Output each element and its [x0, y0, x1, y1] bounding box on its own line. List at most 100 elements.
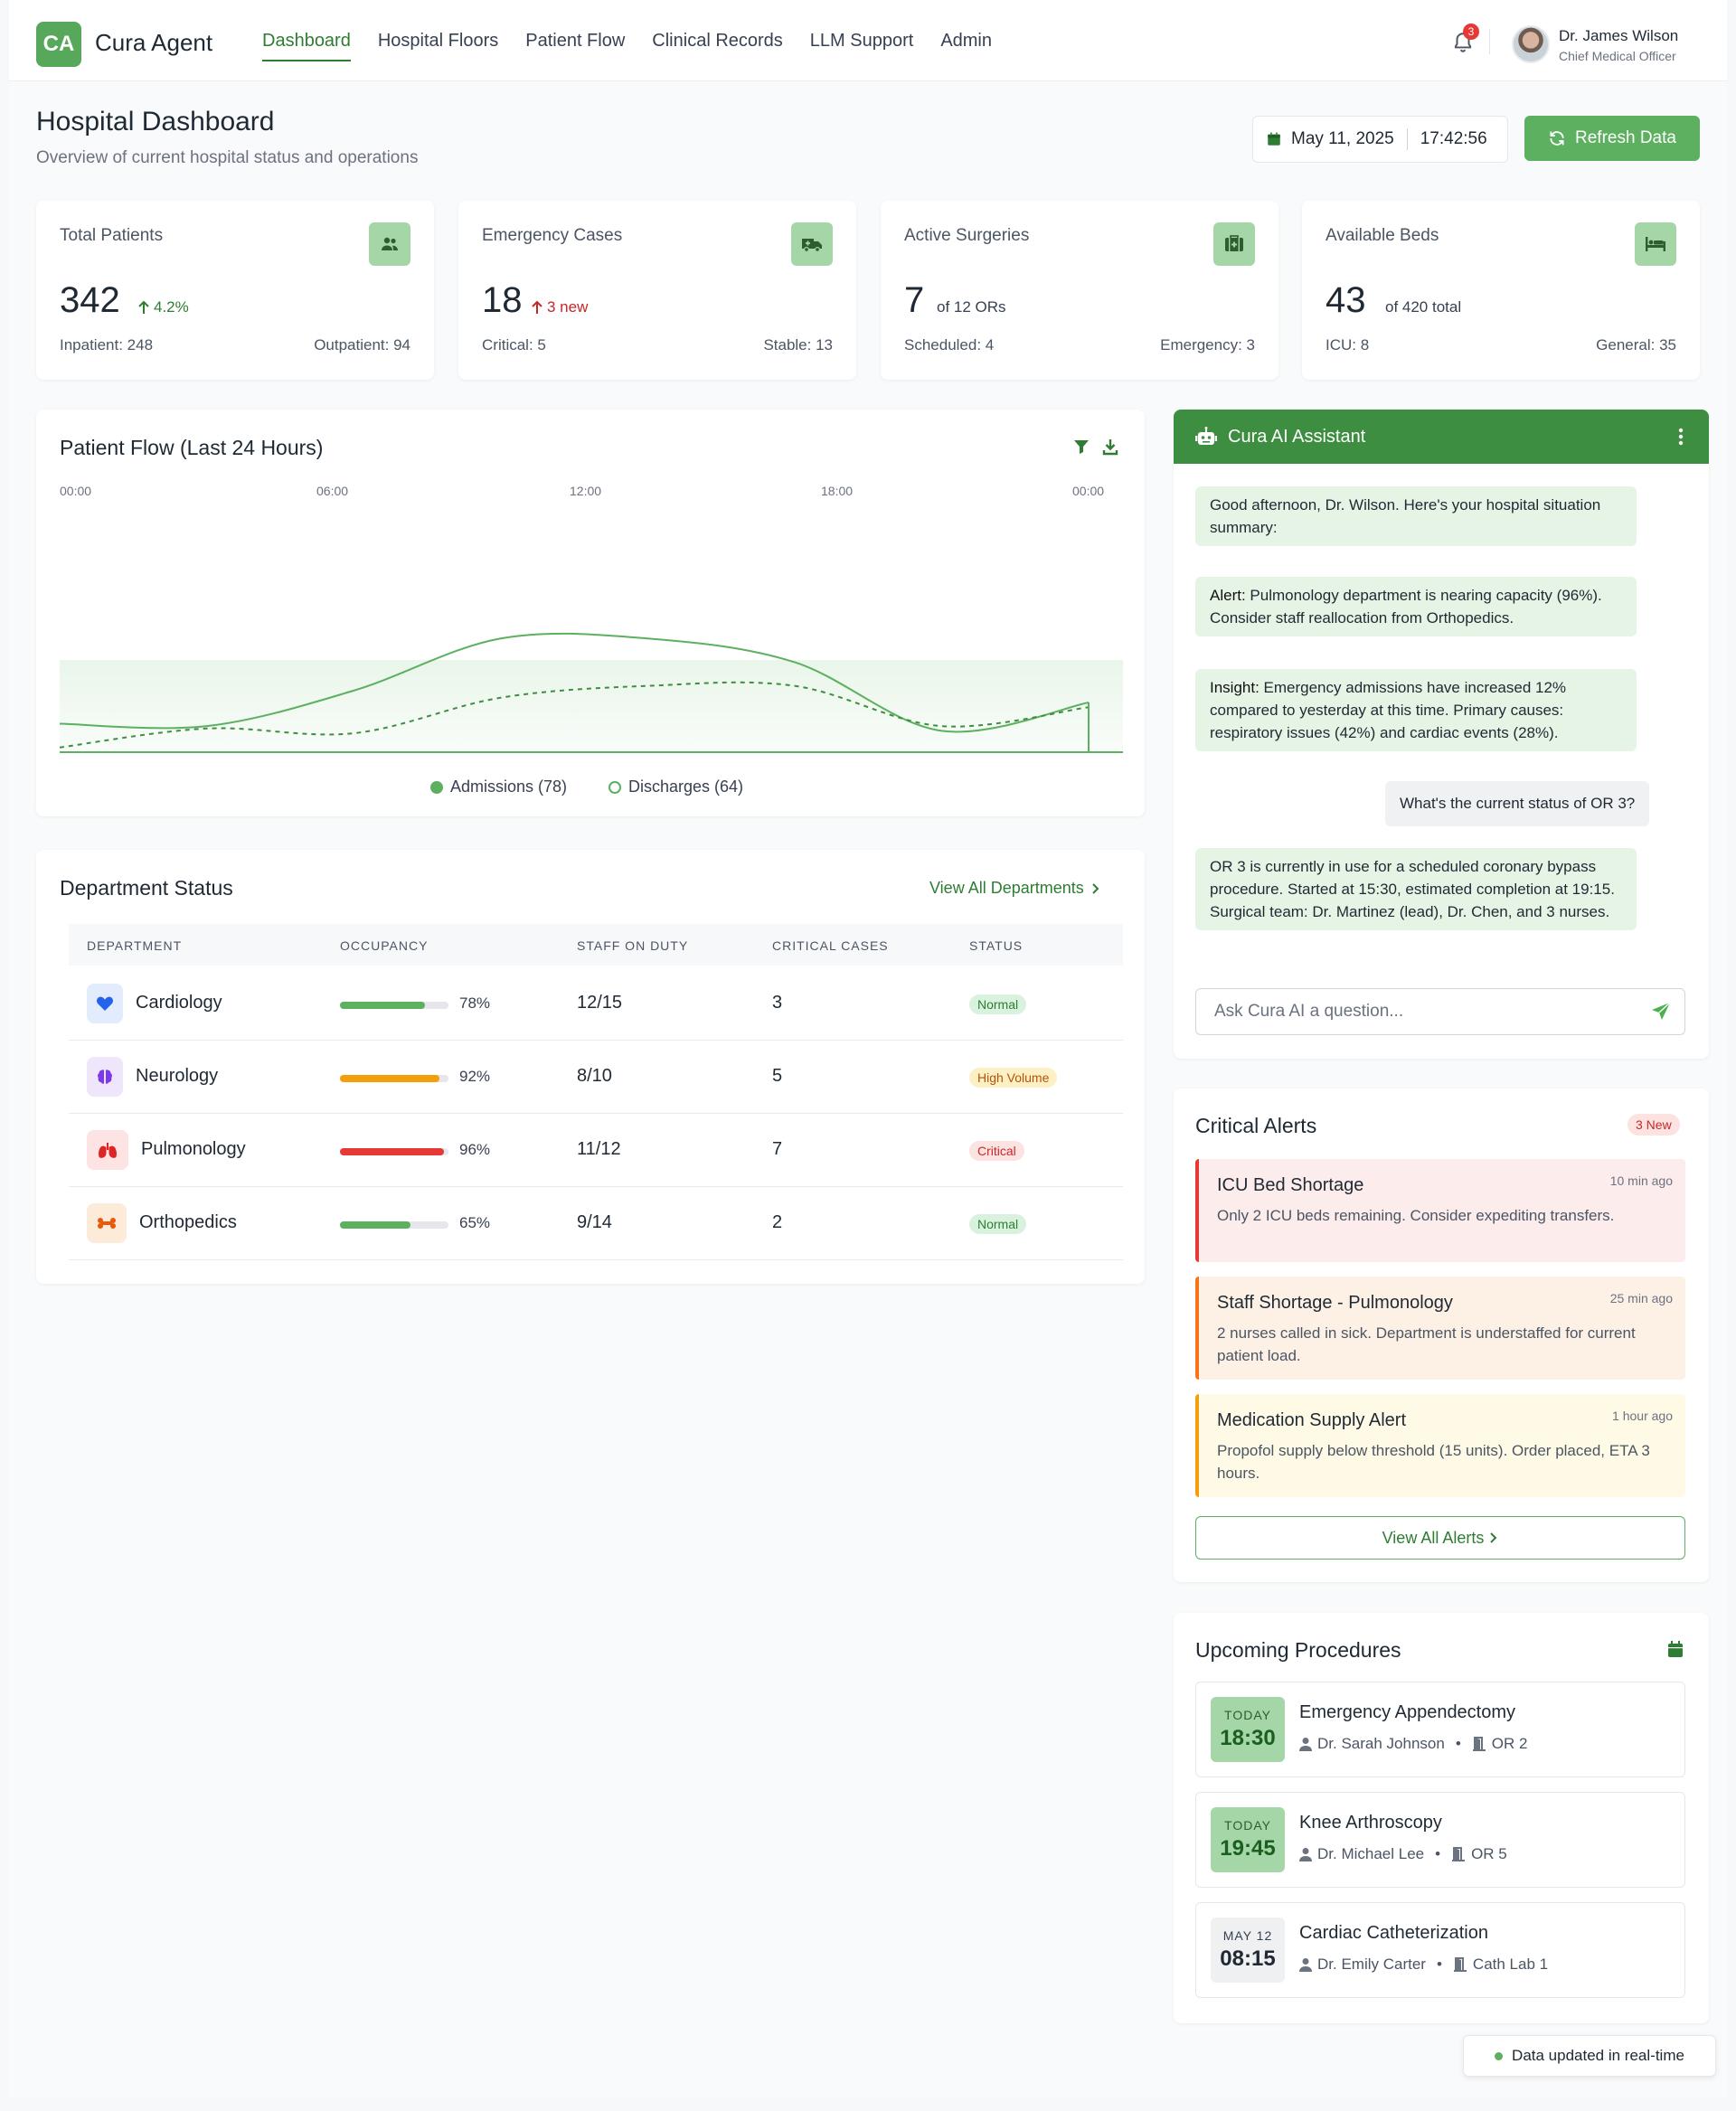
- stat-card-total-patients[interactable]: Total Patients 342 4.2% Inpatient: 248 O…: [36, 201, 434, 380]
- x-tick-label: 12:00: [570, 484, 602, 498]
- legend-discharges[interactable]: Discharges (64): [609, 777, 743, 796]
- stat-card-active-surgeries[interactable]: Active Surgeries 7 of 12 ORs Scheduled: …: [881, 201, 1278, 380]
- status-badge: Normal: [969, 994, 1027, 1014]
- date-time-display: May 11, 2025 17:42:56: [1252, 116, 1508, 163]
- procedure-name: Emergency Appendectomy: [1299, 1702, 1516, 1722]
- arrow-up-icon: [138, 300, 149, 314]
- view-all-departments-link[interactable]: View All Departments: [929, 879, 1100, 898]
- alert-item[interactable]: Medication Supply Alert 1 hour ago Propo…: [1195, 1394, 1685, 1497]
- occupancy-bar: [340, 1221, 448, 1229]
- procedure-day: TODAY: [1224, 1818, 1271, 1833]
- main-nav: Dashboard Hospital Floors Patient Flow C…: [262, 0, 992, 81]
- x-tick-label: 00:00: [1072, 484, 1105, 498]
- critical-cases: 5: [772, 1066, 783, 1086]
- nav-llm-support[interactable]: LLM Support: [810, 0, 914, 81]
- procedure-doctor: Dr. Sarah Johnson: [1317, 1735, 1445, 1752]
- occupancy-bar-fill: [340, 1221, 410, 1229]
- procedure-name: Cardiac Catheterization: [1299, 1923, 1488, 1943]
- critical-alerts-title: Critical Alerts: [1195, 1114, 1317, 1137]
- view-all-departments-label: View All Departments: [929, 879, 1084, 897]
- ai-message: OR 3 is currently in use for a scheduled…: [1195, 848, 1637, 930]
- refresh-icon: [1550, 131, 1564, 146]
- stat-footer-right: Outpatient: 94: [314, 336, 410, 353]
- download-icon[interactable]: [1101, 438, 1119, 456]
- doctor-icon: [1299, 1848, 1312, 1861]
- procedure-item[interactable]: MAY 12 08:15 Cardiac Catheterization Dr.…: [1195, 1902, 1685, 1998]
- nav-hospital-floors[interactable]: Hospital Floors: [378, 0, 498, 81]
- app-logo[interactable]: CA: [36, 22, 81, 67]
- meta-separator: •: [1455, 1735, 1461, 1752]
- nav-patient-flow[interactable]: Patient Flow: [525, 0, 625, 81]
- procedure-room: OR 2: [1491, 1735, 1528, 1752]
- staff-on-duty: 11/12: [577, 1139, 621, 1159]
- user-name: Dr. James Wilson: [1559, 27, 1679, 44]
- alert-item[interactable]: Staff Shortage - Pulmonology 25 min ago …: [1195, 1277, 1685, 1380]
- stat-card-available-beds[interactable]: Available Beds 43 of 420 total ICU: 8 Ge…: [1302, 201, 1700, 380]
- calendar-icon: [1268, 132, 1280, 146]
- procedure-doctor: Dr. Michael Lee: [1317, 1845, 1425, 1862]
- chevron-right-icon: [1092, 882, 1099, 894]
- status-badge: Critical: [969, 1141, 1024, 1161]
- department-name: Neurology: [136, 1066, 219, 1086]
- table-row[interactable]: Orthopedics 65% 9/14 2 Normal: [69, 1187, 1123, 1260]
- legend-discharges-marker: [609, 780, 621, 794]
- stat-change-value: 3 new: [547, 298, 589, 316]
- occupancy-percent: 78%: [459, 994, 491, 1012]
- ask-ai-input[interactable]: Ask Cura AI a question...: [1195, 988, 1685, 1035]
- brain-icon: [87, 1057, 123, 1097]
- procedure-date-badge: MAY 12 08:15: [1211, 1918, 1285, 1983]
- alert-description: Propofol supply below threshold (15 unit…: [1217, 1442, 1650, 1482]
- procedure-meta: Dr. Sarah Johnson • OR 2: [1299, 1735, 1527, 1753]
- procedure-meta: Dr. Michael Lee • OR 5: [1299, 1845, 1507, 1863]
- user-role: Chief Medical Officer: [1559, 49, 1676, 63]
- first-aid-icon: [1213, 222, 1255, 266]
- alert-item[interactable]: ICU Bed Shortage 10 min ago Only 2 ICU b…: [1195, 1159, 1685, 1262]
- more-options-icon[interactable]: [1678, 427, 1684, 447]
- calendar-icon[interactable]: [1667, 1640, 1684, 1658]
- ai-assistant-header: Cura AI Assistant: [1174, 410, 1709, 464]
- page-title: Hospital Dashboard: [36, 107, 275, 137]
- view-all-alerts-button[interactable]: View All Alerts: [1195, 1516, 1685, 1560]
- app-name: Cura Agent: [95, 29, 213, 56]
- table-row[interactable]: Pulmonology 96% 11/12 7 Critical: [69, 1114, 1123, 1187]
- avatar[interactable]: [1512, 25, 1550, 63]
- staff-on-duty: 9/14: [577, 1212, 612, 1232]
- table-row[interactable]: Cardiology 78% 12/15 3 Normal: [69, 967, 1123, 1041]
- procedure-item[interactable]: TODAY 19:45 Knee Arthroscopy Dr. Michael…: [1195, 1792, 1685, 1888]
- realtime-status-badge: Data updated in real-time: [1463, 2035, 1716, 2077]
- user-message: What's the current status of OR 3?: [1385, 781, 1650, 826]
- new-alerts-badge: 3 New: [1628, 1114, 1680, 1136]
- status-badge: Normal: [969, 1214, 1027, 1234]
- alert-time: 1 hour ago: [1612, 1409, 1673, 1423]
- critical-cases: 7: [772, 1139, 783, 1159]
- legend-admissions[interactable]: Admissions (78): [430, 777, 567, 796]
- occupancy-bar-fill: [340, 1075, 440, 1082]
- x-tick-label: 18:00: [821, 484, 854, 498]
- nav-admin[interactable]: Admin: [940, 0, 992, 81]
- refresh-data-button[interactable]: Refresh Data: [1524, 116, 1700, 161]
- nav-dashboard[interactable]: Dashboard: [262, 0, 351, 81]
- ai-message-insight: Insight: Emergency admissions have incre…: [1195, 669, 1637, 751]
- stat-card-emergency-cases[interactable]: Emergency Cases 18 3 new Critical: 5 Sta…: [458, 201, 856, 380]
- filter-icon[interactable]: [1072, 438, 1090, 456]
- bone-icon: [87, 1203, 127, 1243]
- nav-clinical-records[interactable]: Clinical Records: [652, 0, 783, 81]
- alert-description: Only 2 ICU beds remaining. Consider expe…: [1217, 1207, 1615, 1224]
- table-row[interactable]: Neurology 92% 8/10 5 High Volume: [69, 1041, 1123, 1114]
- live-dot-icon: [1495, 2051, 1504, 2060]
- staff-on-duty: 12/15: [577, 993, 623, 1013]
- patient-flow-chart: [60, 632, 1123, 753]
- procedure-item[interactable]: TODAY 18:30 Emergency Appendectomy Dr. S…: [1195, 1682, 1685, 1777]
- alert-title: ICU Bed Shortage: [1217, 1175, 1364, 1195]
- ambulance-icon: [791, 222, 833, 266]
- column-header-status: STATUS: [969, 938, 1024, 953]
- procedure-time: 18:30: [1220, 1726, 1276, 1750]
- stat-change: 4.2%: [137, 298, 189, 316]
- send-icon[interactable]: [1651, 1002, 1671, 1022]
- procedure-day: MAY 12: [1222, 1928, 1273, 1943]
- door-icon: [1452, 1847, 1466, 1861]
- patient-flow-title: Patient Flow (Last 24 Hours): [60, 436, 324, 459]
- header-divider: [1489, 29, 1490, 54]
- alert-description: 2 nurses called in sick. Department is u…: [1217, 1324, 1636, 1364]
- legend-admissions-label: Admissions (78): [450, 777, 568, 796]
